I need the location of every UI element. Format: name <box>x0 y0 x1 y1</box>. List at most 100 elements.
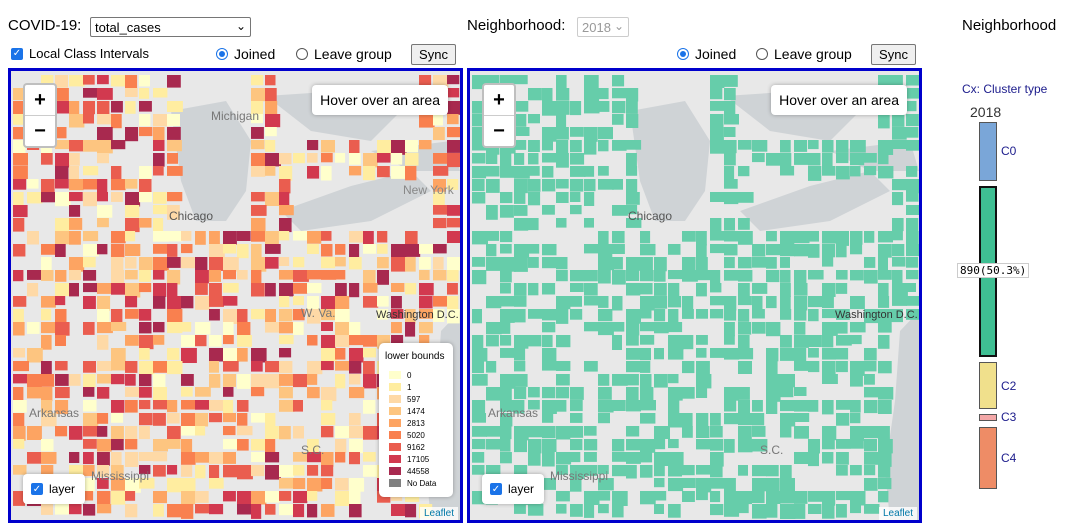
left-leave-group-radio[interactable]: Leave group <box>296 46 392 62</box>
county-polygon <box>279 374 295 386</box>
county-polygon <box>167 244 178 257</box>
county-polygon <box>892 296 907 306</box>
county-polygon <box>514 205 528 216</box>
right-leaflet-attribution[interactable]: Leaflet <box>878 507 917 520</box>
county-polygon <box>223 309 238 324</box>
cluster-bar-c3[interactable] <box>979 414 997 421</box>
county-polygon <box>83 361 96 373</box>
county-polygon <box>612 296 623 311</box>
county-polygon <box>836 452 849 465</box>
county-polygon <box>111 140 126 150</box>
county-polygon <box>209 504 224 515</box>
county-polygon <box>696 257 708 272</box>
cluster-label-c3: C3 <box>1001 410 1017 424</box>
county-polygon <box>279 387 293 399</box>
county-polygon <box>195 387 211 397</box>
county-polygon <box>500 153 512 168</box>
county-polygon <box>808 491 824 502</box>
county-polygon <box>668 296 682 308</box>
county-polygon <box>780 283 791 297</box>
zoom-in-button[interactable]: + <box>484 85 514 115</box>
county-polygon <box>13 270 24 282</box>
county-polygon <box>500 192 513 204</box>
county-polygon <box>447 283 458 295</box>
county-polygon <box>13 218 25 232</box>
county-polygon <box>556 387 570 399</box>
county-polygon <box>447 75 460 85</box>
county-polygon <box>181 374 194 386</box>
county-polygon <box>780 465 792 479</box>
left-joined-radio[interactable]: Joined <box>216 46 275 62</box>
left-layer-control[interactable]: ✓ layer <box>23 474 86 504</box>
cluster-bar-c4[interactable] <box>979 427 997 489</box>
county-polygon <box>542 179 556 192</box>
county-polygon <box>472 309 482 324</box>
county-polygon <box>167 166 183 176</box>
county-polygon <box>83 140 99 152</box>
covid-variable-select[interactable]: total_cases ⌄ <box>90 17 251 37</box>
county-polygon <box>710 88 723 100</box>
county-polygon <box>892 257 906 267</box>
county-polygon <box>906 244 919 257</box>
county-polygon <box>27 374 42 388</box>
county-polygon <box>251 452 266 463</box>
right-layer-control[interactable]: ✓ layer <box>482 474 545 504</box>
county-polygon <box>752 257 767 268</box>
cluster-bar-c2[interactable] <box>979 362 997 409</box>
zoom-out-button[interactable]: − <box>484 115 514 146</box>
zoom-out-button[interactable]: − <box>25 115 55 146</box>
county-polygon <box>83 257 96 268</box>
county-polygon <box>724 270 739 281</box>
county-polygon <box>500 387 512 402</box>
county-polygon <box>500 309 515 323</box>
county-polygon <box>83 88 98 98</box>
county-polygon <box>808 335 822 347</box>
left-choropleth-map[interactable]: Chicago Michigan New York Washington D.C… <box>8 68 463 523</box>
county-polygon <box>195 491 209 503</box>
county-polygon <box>139 166 152 179</box>
county-polygon <box>878 231 893 243</box>
county-polygon <box>237 400 249 412</box>
county-polygon <box>892 244 905 257</box>
county-polygon <box>69 257 85 272</box>
county-polygon <box>377 166 390 178</box>
county-polygon <box>153 387 167 402</box>
right-cluster-map[interactable]: Chicago Washington D.C. Arkansas Mississ… <box>467 68 922 523</box>
county-polygon <box>251 465 265 477</box>
county-polygon <box>850 374 863 387</box>
county-polygon <box>125 88 138 97</box>
county-polygon <box>97 452 110 466</box>
county-polygon <box>682 413 693 427</box>
neighborhood-year-select[interactable]: 2018 ⌄ <box>577 17 629 37</box>
county-polygon <box>41 179 55 192</box>
county-polygon <box>738 270 753 282</box>
legend-swatch <box>389 443 401 451</box>
county-polygon <box>69 114 85 128</box>
left-sync-button[interactable]: Sync <box>411 44 456 65</box>
left-leaflet-attribution[interactable]: Leaflet <box>419 507 458 520</box>
county-polygon <box>83 283 99 293</box>
county-polygon <box>125 491 136 501</box>
county-polygon <box>55 387 70 399</box>
county-polygon <box>55 101 71 114</box>
county-polygon <box>223 257 239 272</box>
right-leave-group-radio[interactable]: Leave group <box>756 46 852 62</box>
county-polygon <box>514 192 526 204</box>
county-polygon <box>251 439 266 451</box>
county-polygon <box>640 270 654 282</box>
zoom-in-button[interactable]: + <box>25 85 55 115</box>
county-polygon <box>710 192 725 202</box>
legend-item: 1 <box>389 383 411 392</box>
county-polygon <box>822 491 836 506</box>
right-joined-radio[interactable]: Joined <box>677 46 736 62</box>
county-polygon <box>570 296 582 307</box>
local-class-intervals-toggle[interactable]: ✓ Local Class Intervals <box>11 46 149 61</box>
county-polygon <box>13 244 26 257</box>
right-sync-button[interactable]: Sync <box>871 44 916 65</box>
county-polygon <box>307 465 319 476</box>
county-polygon <box>349 374 361 385</box>
county-polygon <box>864 426 878 439</box>
cluster-bar-c0[interactable] <box>979 122 997 181</box>
county-polygon <box>486 387 501 401</box>
county-polygon <box>97 153 109 164</box>
